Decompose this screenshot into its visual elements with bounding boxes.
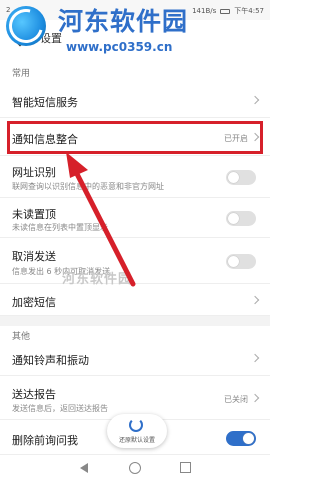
delete-confirm-toggle[interactable] [226,431,256,446]
row-title: 未读置顶 [12,208,56,221]
restore-defaults-button[interactable]: 还原默认设置 [107,414,167,448]
status-left: 2 [6,6,11,14]
network-speed: 141B/s [192,7,217,15]
highlight-box [7,121,263,154]
status-bar: 2 141B/s 下午4:57 [0,0,270,20]
row-subtitle: 联网查询以识别信息中的恶意和非官方网址 [12,182,164,191]
url-detect-toggle[interactable] [226,170,256,185]
row-url-detect[interactable]: 网址识别 联网查询以识别信息中的恶意和非官方网址 [0,158,270,198]
chevron-right-icon [250,95,260,105]
battery-icon [220,8,231,14]
app-bar: 设置 [0,20,270,60]
row-encrypt-sms[interactable]: 加密短信 [0,286,270,316]
section-header-common: 常用 [12,69,31,79]
section-gap [0,316,270,326]
clock: 下午4:57 [234,7,264,15]
row-subtitle: 未读信息在列表中置顶显示 [12,223,108,232]
row-title: 取消发送 [12,250,56,263]
row-title: 网址识别 [12,166,56,179]
row-title: 删除前询问我 [12,434,78,447]
restore-icon [129,418,143,432]
row-title: 送达报告 [12,388,56,401]
row-value: 已关闭 [224,395,248,404]
status-right: 141B/s 下午4:57 [192,6,264,16]
row-ringtone[interactable]: 通知铃声和振动 [0,342,270,376]
chevron-right-icon [250,295,260,305]
restore-defaults-label: 还原默认设置 [118,437,155,444]
section-header-other: 其他 [12,332,31,342]
mid-watermark: 河东软件园 [62,272,133,287]
row-subtitle: 发送信息后，返回送达报告 [12,404,108,413]
row-title: 通知铃声和振动 [12,354,89,367]
row-unread-top[interactable]: 未读置顶 未读信息在列表中置顶显示 [0,200,270,238]
chevron-right-icon [250,393,260,403]
unread-top-toggle[interactable] [226,211,256,226]
row-smart-sms[interactable]: 智能短信服务 [0,82,270,118]
row-title: 加密短信 [12,296,56,309]
page-title: 设置 [40,32,62,45]
nav-recent-icon[interactable] [180,462,191,473]
nav-bar [0,454,270,480]
chevron-right-icon [250,353,260,363]
nav-home-icon[interactable] [129,462,141,474]
back-arrow-icon[interactable] [11,29,29,47]
row-title: 智能短信服务 [12,96,78,109]
row-cancel-send[interactable]: 取消发送 信息发出 6 秒内可取消发送 [0,244,270,284]
nav-back-icon[interactable] [80,463,88,473]
cancel-send-toggle[interactable] [226,254,256,269]
